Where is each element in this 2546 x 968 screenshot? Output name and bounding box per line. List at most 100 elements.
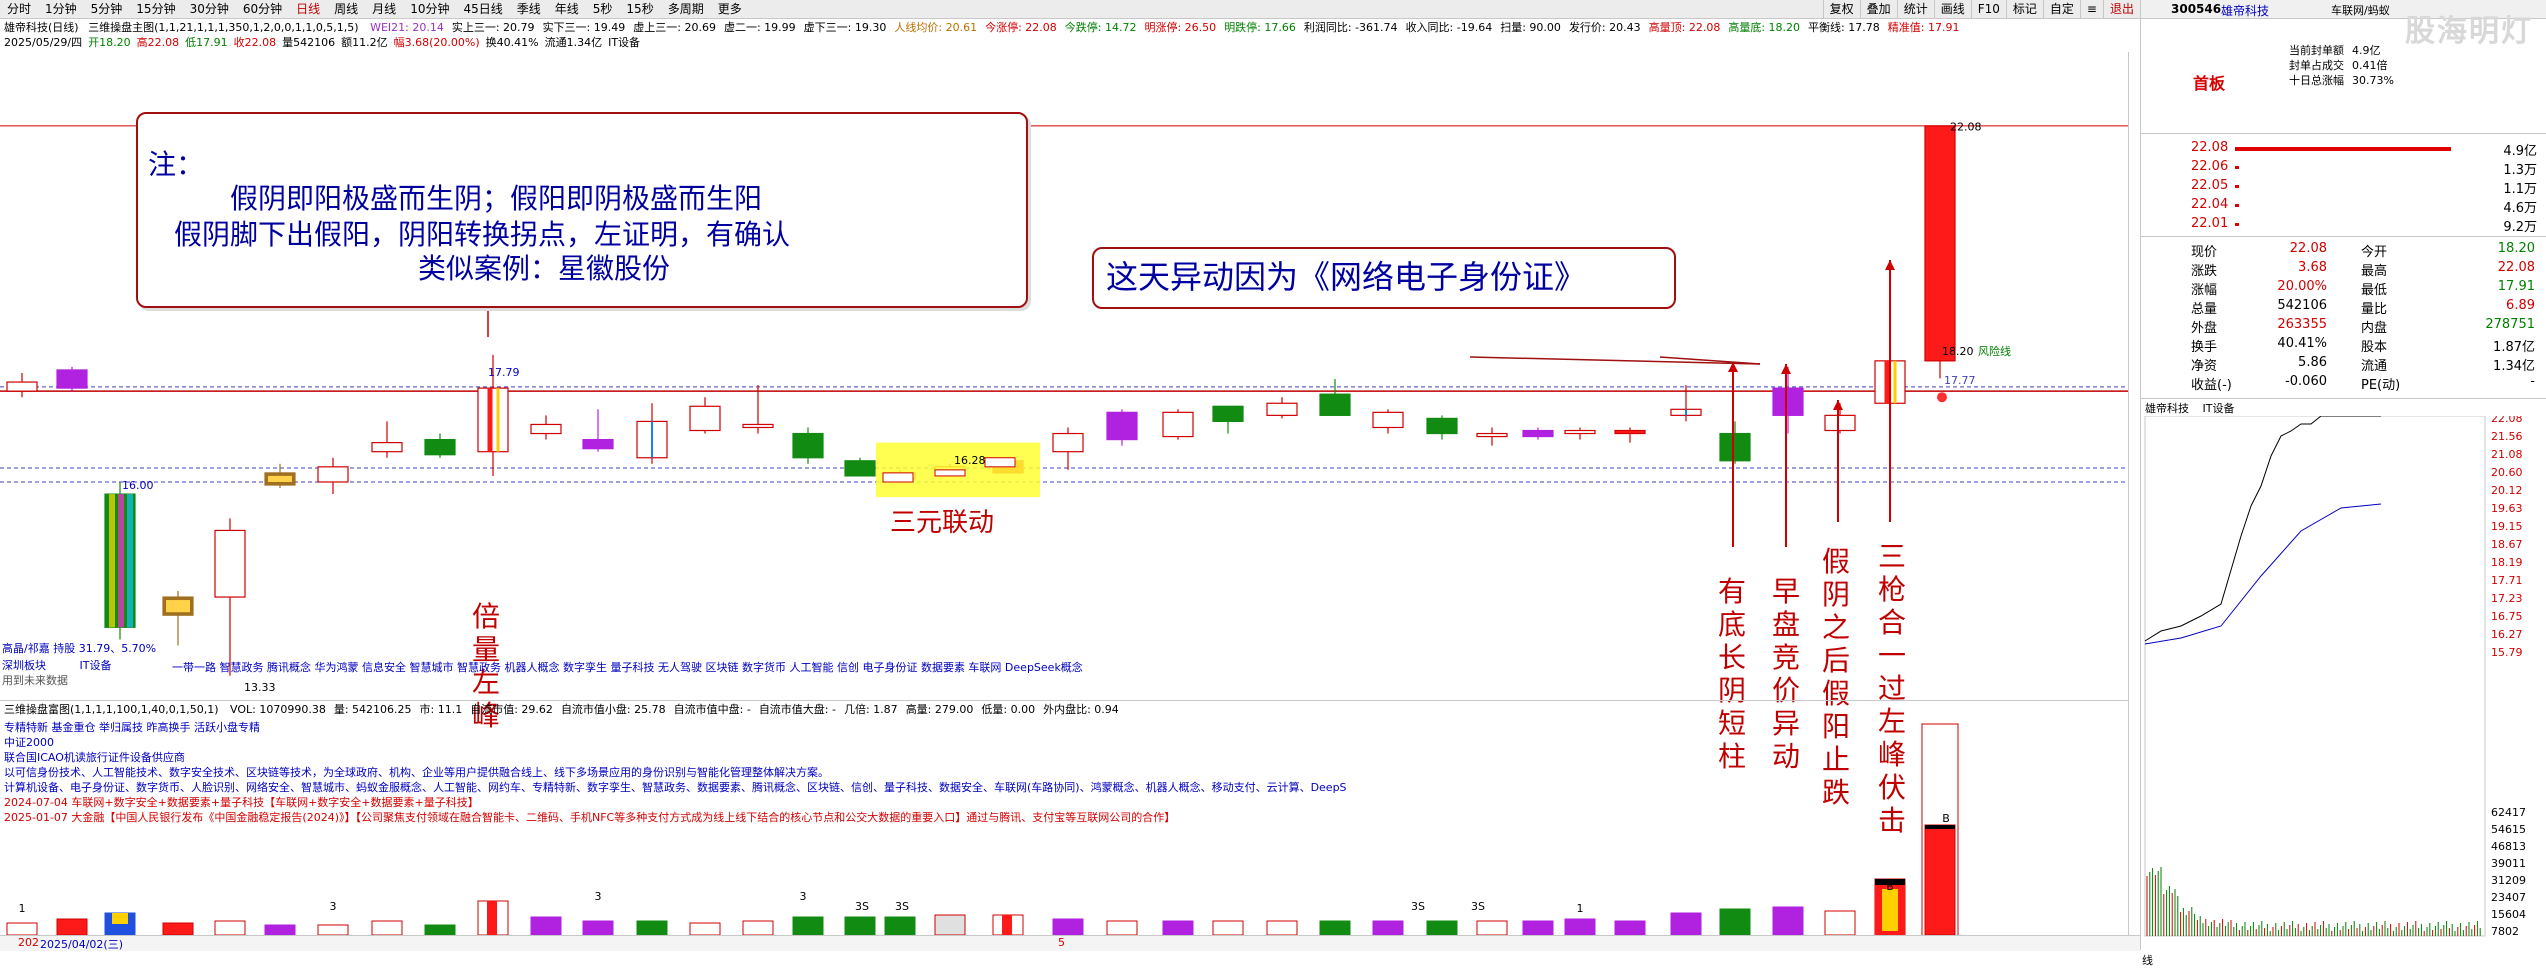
divider <box>2141 236 2546 237</box>
toolbar-button[interactable]: 标记 <box>2005 0 2043 18</box>
volume-bar <box>56 918 88 936</box>
mini-price-tick: 19.15 <box>2491 520 2523 533</box>
chart-label: 17.77 <box>1944 374 1976 387</box>
seal-stat-value: 30.73% <box>2352 74 2394 87</box>
vol-mark: 3S <box>895 900 909 913</box>
chart-label: 18.20 <box>1942 345 1974 358</box>
indicator-value: 平衡线: 17.78 <box>1808 21 1880 34</box>
mini-vol-tick: 62417 <box>2491 806 2526 819</box>
toolbar-button[interactable]: F10 <box>1970 0 2006 18</box>
indicator-params[interactable]: 三维操盘主图(1,1,21,1,1,1,350,1,2,0,0,1,1,0,5,… <box>88 21 359 34</box>
period-tab[interactable]: 10分钟 <box>403 0 456 18</box>
intraday-chart[interactable]: 22.08 21.56 21.08 20.60 20.12 19.63 19.15 18.67… <box>2141 416 2546 946</box>
chart-label: 16.28 <box>954 454 986 467</box>
quote-value: 17.91 <box>2497 279 2535 294</box>
period-tabs: 分时 1分钟 5分钟 15分钟 30分钟 60分钟 日线 周线 月线 10分钟 45日线 季线 年线 5秒… <box>0 0 749 18</box>
quote-label: 外盘 <box>2191 321 2218 336</box>
toolbar-button[interactable]: 退出 <box>2102 0 2140 18</box>
candle <box>792 427 824 464</box>
volume-bar <box>844 916 876 936</box>
indicator-value: 虚二一: 19.99 <box>723 21 796 34</box>
period-tab[interactable]: 1分钟 <box>38 0 84 18</box>
seal-stat: 当前封单额 4.9亿 <box>2289 42 2381 58</box>
volume-bar <box>1824 910 1856 936</box>
ohlc-value: 收22.08 <box>233 36 277 49</box>
volume-bar <box>1476 920 1508 936</box>
period-tab[interactable]: 月线 <box>365 0 403 18</box>
ohlc-value: 量542106 <box>282 36 336 49</box>
volume-bar <box>1319 920 1351 936</box>
mini-price-tick: 16.27 <box>2491 628 2523 641</box>
volume-bar <box>1564 918 1596 936</box>
seal-stat-label: 当前封单额 <box>2289 44 2344 57</box>
ohlc-value: 高22.08 <box>136 36 180 49</box>
period-tab[interactable]: 15分钟 <box>129 0 182 18</box>
date-prefix: 202 <box>18 936 39 949</box>
quote-label: 换手 <box>2191 340 2218 355</box>
toolbar-button[interactable]: ≡ <box>2079 0 2103 18</box>
candle <box>214 518 246 676</box>
candle <box>636 403 668 464</box>
bid-price: 22.05 <box>2191 178 2229 193</box>
vol-mark: 3S <box>1411 900 1425 913</box>
period-tab[interactable]: 5分钟 <box>84 0 130 18</box>
candle <box>1476 427 1508 446</box>
watermark: 股海明灯 <box>2405 14 2533 49</box>
vol-mark: 3 <box>330 900 337 913</box>
toolbar-button[interactable]: 自定 <box>2042 0 2080 18</box>
toolbar-right: 复权 叠加 统计 画线 F10 标记 自定 ≡ 退出 <box>1822 0 2140 18</box>
industry-label[interactable]: IT设备 <box>80 659 112 672</box>
period-tab[interactable]: 45日线 <box>456 0 509 18</box>
period-tab[interactable]: 分时 <box>0 0 38 18</box>
volume-bar <box>1372 920 1404 936</box>
toolbar-button[interactable]: 叠加 <box>1859 0 1897 18</box>
period-tab[interactable]: 5秒 <box>586 0 620 18</box>
period-tab[interactable]: 季线 <box>510 0 548 18</box>
note-line-1: 注： <box>148 148 205 181</box>
sector-label[interactable]: 深圳板块 <box>2 659 46 672</box>
volume-bar <box>1266 920 1298 936</box>
volume-bar <box>992 914 1024 936</box>
period-tab[interactable]: 周线 <box>327 0 365 18</box>
toolbar-button[interactable]: 复权 <box>1822 0 1860 18</box>
period-tab[interactable]: 30分钟 <box>183 0 236 18</box>
chart-label: 风险线 <box>1978 344 2011 358</box>
period-tab[interactable]: 日线 <box>289 0 327 18</box>
chart-label: 22.08 <box>1950 121 1982 134</box>
period-tab[interactable]: 年线 <box>548 0 586 18</box>
mini-vol-tick: 23407 <box>2491 891 2526 904</box>
mini-header: 雄帝科技 IT设备 <box>2141 400 2234 416</box>
period-tab[interactable]: 15秒 <box>619 0 660 18</box>
indicator-value: 高量顶: 22.08 <box>1648 21 1721 34</box>
quote-label: 总量 <box>2191 302 2218 317</box>
candle <box>1212 405 1244 434</box>
volume-bar <box>742 920 774 936</box>
candle <box>1564 427 1596 440</box>
indicator-value: WEI21: 20.14 <box>370 21 444 34</box>
indicator-value: 明跌停: 17.66 <box>1224 21 1296 34</box>
ohlc-value: IT设备 <box>608 36 641 49</box>
candle <box>1772 366 1804 434</box>
period-tab[interactable]: 60分钟 <box>236 0 289 18</box>
vol-mark: 3S <box>855 900 869 913</box>
toolbar-button[interactable]: 画线 <box>1933 0 1971 18</box>
period-tab[interactable]: 更多 <box>711 0 749 18</box>
toolbar-button[interactable]: 统计 <box>1896 0 1934 18</box>
indicator-value: 虚上三一: 20.69 <box>633 21 716 34</box>
period-tab[interactable]: 多周期 <box>661 0 711 18</box>
period-toolbar: 分时 1分钟 5分钟 15分钟 30分钟 60分钟 日线 周线 月线 10分钟 45日线 季线 年线 5秒… <box>0 0 2140 19</box>
quote-value: 18.20 <box>2497 241 2535 256</box>
candle <box>934 469 966 477</box>
volume-chart[interactable]: 100008000600040002000X10013333S3S3S3S1BB <box>0 700 2140 950</box>
quote-value: 6.89 <box>2506 298 2535 313</box>
candle <box>530 415 562 440</box>
candle <box>6 372 38 398</box>
ohlc-value: 开18.20 <box>88 36 131 49</box>
quote-value: -0.060 <box>2285 374 2327 389</box>
volume-bar <box>934 914 966 936</box>
indicator-value: 今涨停: 22.08 <box>985 21 1057 34</box>
quote-value: 20.00% <box>2277 279 2327 294</box>
quote-value: 40.41% <box>2277 336 2327 351</box>
stock-code: 300546 <box>2171 2 2222 16</box>
stock-name[interactable]: 雄帝科技 <box>2221 2 2269 19</box>
